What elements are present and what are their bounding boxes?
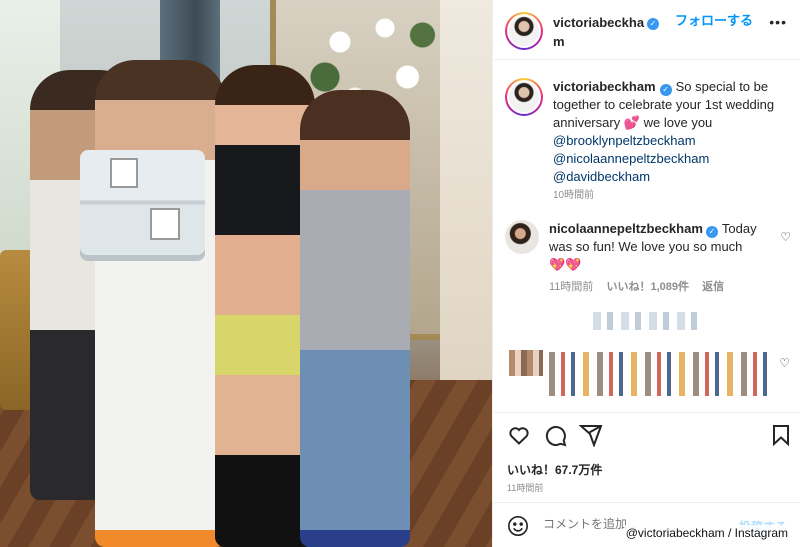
comment-likes[interactable]: いいね！1,089件 (606, 281, 689, 293)
caption-tail: we love you (640, 115, 713, 130)
post-side-panel: victoriabeckham ✓ フォローする ••• victoriabec… (492, 0, 800, 547)
comment-text: nicolaannepeltzbeckham ✓ Today was so fun!… (549, 220, 769, 274)
post-photo[interactable] (0, 0, 492, 547)
comment-icon[interactable] (543, 423, 569, 449)
post-header: victoriabeckham ✓ フォローする ••• (493, 0, 800, 60)
comment-avatar[interactable] (505, 220, 539, 254)
mention-link[interactable]: @nicolaannepeltzbeckham (553, 150, 789, 168)
mention-link[interactable]: @davidbeckham (553, 168, 789, 186)
emoji-icon[interactable] (507, 515, 529, 537)
mention-link[interactable]: @brooklynpeltzbeckham (553, 132, 789, 150)
blurred-content (593, 312, 703, 330)
share-icon[interactable] (578, 423, 605, 449)
bookmark-icon[interactable] (769, 423, 795, 449)
verified-icon: ✓ (659, 84, 672, 96)
comment-time: 11時間前 (549, 281, 594, 293)
comment-username[interactable]: nicolaannepeltzbeckham (549, 221, 703, 236)
follow-button[interactable]: フォローする (675, 12, 753, 30)
photo-credit: @victoriabeckham / Instagram (623, 525, 790, 541)
blurred-avatar (509, 350, 543, 376)
verified-icon: ✓ (647, 18, 659, 30)
reply-button[interactable]: 返信 (702, 281, 724, 293)
caption-username[interactable]: victoriabeckham (553, 79, 656, 94)
action-bar: いいね！67.7万件 11時間前 (493, 412, 800, 502)
post-time: 11時間前 (507, 483, 544, 493)
heart-emoji: 💕 (623, 115, 641, 130)
comment-hearts: 💖💖 (549, 257, 582, 272)
comment-heart-icon[interactable]: ♡ (779, 356, 790, 370)
photo-person-4 (300, 90, 410, 547)
caption-text: victoriabeckham ✓ So special to be togethe… (553, 78, 789, 186)
caption-time: 10時間前 (553, 190, 595, 201)
like-count[interactable]: いいね！67.7万件 (507, 461, 602, 478)
photo-person-2 (95, 60, 225, 547)
blurred-comment (549, 352, 769, 396)
verified-icon: ✓ (705, 226, 718, 238)
author-avatar[interactable] (505, 12, 543, 50)
photo-cake (80, 150, 205, 255)
more-icon[interactable]: ••• (769, 14, 787, 30)
caption-avatar[interactable] (505, 78, 543, 116)
heart-icon[interactable] (507, 423, 533, 449)
comment-meta: 11時間前 いいね！1,089件 返信 (549, 278, 734, 294)
author-username[interactable]: victoriabeckham (553, 13, 653, 51)
comment-heart-icon[interactable]: ♡ (780, 230, 791, 244)
